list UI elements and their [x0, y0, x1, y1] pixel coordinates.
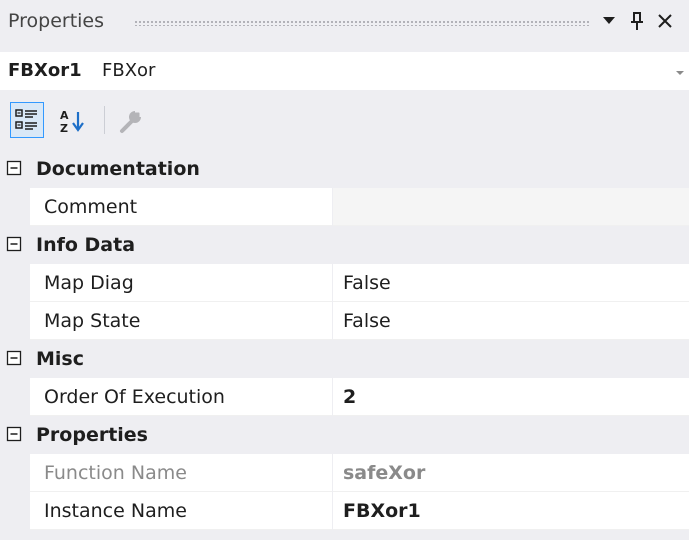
close-icon — [658, 14, 672, 28]
property-name: Function Name — [44, 462, 187, 484]
property-value: safeXor — [343, 462, 426, 484]
property-value: FBXor1 — [343, 500, 421, 522]
property-row-function-name[interactable]: Function Name safeXor — [0, 454, 689, 492]
close-button[interactable] — [654, 8, 676, 34]
category-label: Info Data — [36, 234, 136, 256]
property-row-instance-name[interactable]: Instance Name FBXor1 — [0, 492, 689, 530]
categorized-button[interactable] — [10, 102, 44, 138]
property-name: Map Diag — [44, 272, 134, 294]
tool-window-titlebar: Properties — [0, 0, 689, 46]
chevron-down-icon[interactable] — [675, 62, 685, 81]
window-options-dropdown-button[interactable] — [598, 8, 620, 34]
row-gutter — [0, 454, 30, 492]
alphabetical-button[interactable]: A Z — [58, 106, 88, 136]
property-name-cell[interactable]: Order Of Execution — [30, 378, 332, 416]
object-selector[interactable]: FBXor1 FBXor — [0, 52, 689, 90]
property-row-comment[interactable]: Comment — [0, 188, 689, 226]
property-name-cell[interactable]: Comment — [30, 188, 332, 226]
categorized-view-icon — [15, 109, 37, 130]
wrench-icon — [120, 109, 143, 133]
property-value-cell[interactable]: False — [333, 264, 689, 302]
svg-text:A: A — [60, 109, 69, 122]
dropdown-arrow-icon — [603, 17, 615, 24]
row-gutter — [0, 264, 30, 302]
category-row-misc[interactable]: Misc — [0, 340, 689, 378]
alphabetical-sort-icon: A Z — [60, 109, 84, 135]
properties-toolbar: A Z — [0, 96, 689, 146]
property-value-cell[interactable]: safeXor — [333, 454, 689, 492]
category-row-properties[interactable]: Properties — [0, 416, 689, 454]
property-value-cell[interactable]: FBXor1 — [333, 492, 689, 530]
row-gutter — [0, 302, 30, 340]
row-gutter — [0, 492, 30, 530]
collapse-icon[interactable] — [6, 160, 22, 176]
category-row-info-data[interactable]: Info Data — [0, 226, 689, 264]
selected-object-name: FBXor1 — [8, 60, 82, 81]
property-value: 2 — [343, 386, 357, 408]
titlebar-grip[interactable] — [134, 20, 590, 26]
property-grid: Documentation Comment Info Data Map Diag… — [0, 150, 689, 530]
category-row-documentation[interactable]: Documentation — [0, 150, 689, 188]
property-name: Comment — [44, 196, 138, 218]
property-pages-button[interactable] — [116, 106, 146, 136]
row-gutter — [0, 378, 30, 416]
svg-text:Z: Z — [60, 122, 68, 135]
property-row-map-diag[interactable]: Map Diag False — [0, 264, 689, 302]
collapse-icon[interactable] — [6, 426, 22, 442]
row-gutter — [0, 188, 30, 226]
category-label: Properties — [36, 424, 148, 446]
property-value: False — [343, 272, 391, 294]
property-name-cell[interactable]: Function Name — [30, 454, 332, 492]
property-value-cell[interactable]: False — [333, 302, 689, 340]
collapse-icon[interactable] — [6, 350, 22, 366]
property-value: False — [343, 310, 391, 332]
toolbar-separator — [104, 106, 105, 134]
property-value-cell[interactable] — [333, 188, 689, 226]
collapse-icon[interactable] — [6, 236, 22, 252]
property-name: Order Of Execution — [44, 386, 225, 408]
property-name-cell[interactable]: Instance Name — [30, 492, 332, 530]
property-name: Map State — [44, 310, 141, 332]
property-name-cell[interactable]: Map State — [30, 302, 332, 340]
property-row-map-state[interactable]: Map State False — [0, 302, 689, 340]
auto-hide-pin-button[interactable] — [626, 8, 648, 34]
property-row-order-of-execution[interactable]: Order Of Execution 2 — [0, 378, 689, 416]
property-value-cell[interactable]: 2 — [333, 378, 689, 416]
property-name-cell[interactable]: Map Diag — [30, 264, 332, 302]
pin-icon — [631, 12, 643, 30]
category-label: Misc — [36, 348, 84, 370]
property-name: Instance Name — [44, 500, 187, 522]
window-title: Properties — [8, 10, 105, 32]
selected-object-type: FBXor — [102, 60, 156, 81]
category-label: Documentation — [36, 158, 200, 180]
